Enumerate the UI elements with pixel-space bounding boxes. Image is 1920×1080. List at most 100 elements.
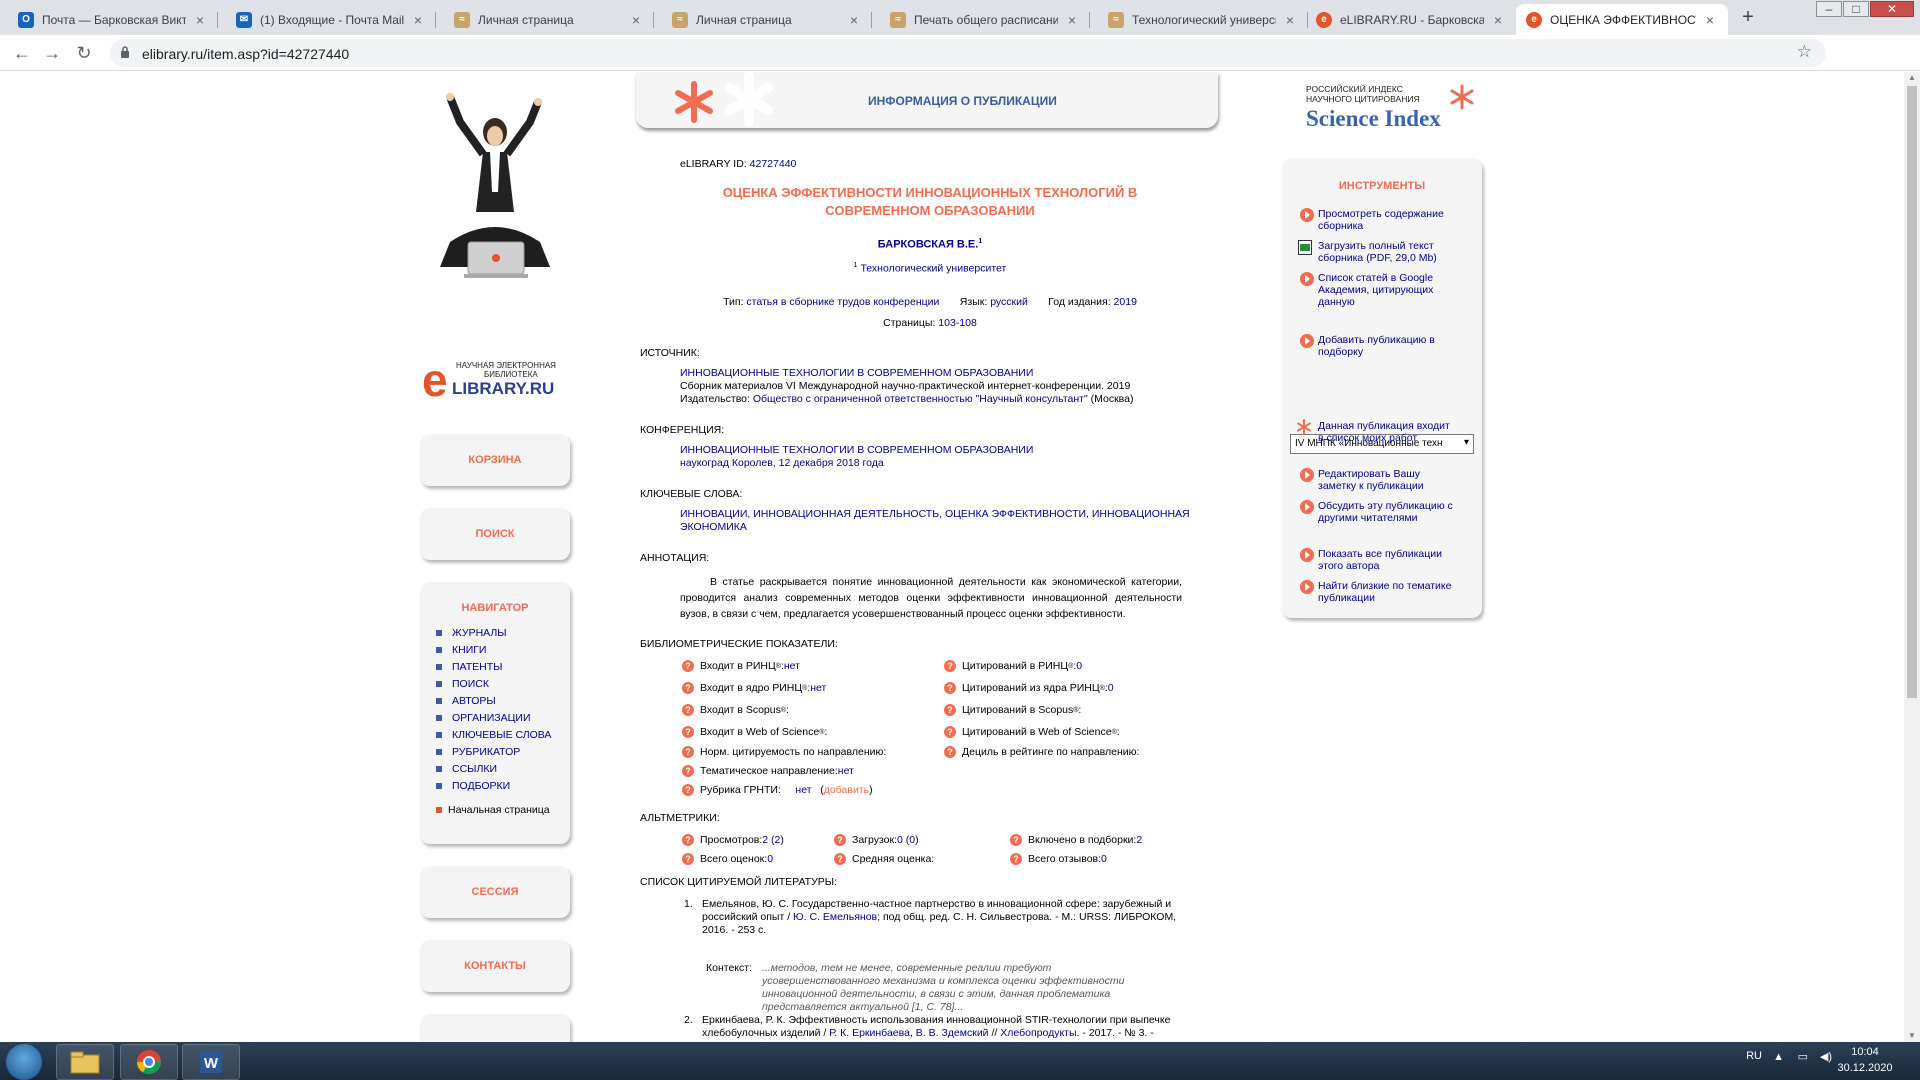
reference-item: 2. Еркинбаева, Р. К. Эффективность испол…	[684, 1014, 1171, 1039]
nav-item-books[interactable]: КНИГИ	[436, 641, 570, 658]
contacts-button[interactable]: КОНТАКТЫ	[420, 940, 570, 992]
search-button[interactable]: ПОИСК	[420, 508, 570, 560]
reference-author-link[interactable]: Ю. С. Емельянов	[793, 911, 877, 923]
help-icon[interactable]: ?	[682, 746, 694, 758]
tray-chevron-icon[interactable]: ▲	[1773, 1051, 1784, 1063]
browser-tab[interactable]: e eLIBRARY.RU - Барковская В ×	[1306, 4, 1516, 35]
google-scholar-citations-link[interactable]: Список статей в Google Академия, цитирую…	[1300, 272, 1458, 308]
nav-item-journals[interactable]: ЖУРНАЛЫ	[436, 624, 570, 641]
clock-date[interactable]: 30.12.2020	[1834, 1062, 1896, 1074]
browser-tab[interactable]: ≈ Личная страница ×	[444, 4, 654, 35]
network-icon[interactable]: ▭	[1798, 1050, 1808, 1063]
help-icon[interactable]: ?	[682, 660, 694, 672]
tab-title: eLIBRARY.RU - Барковская В	[1340, 12, 1484, 27]
clock-time[interactable]: 10:04	[1838, 1046, 1892, 1058]
discuss-publication-link[interactable]: Обсудить эту публикацию с другими читате…	[1300, 500, 1458, 524]
publisher-link[interactable]: Общество с ограниченной ответственностью…	[753, 393, 1088, 405]
browser-tab[interactable]: ≈ Личная страница ×	[662, 4, 872, 35]
conference-block: ИННОВАЦИОННЫЕ ТЕХНОЛОГИИ В СОВРЕМЕННОМ О…	[680, 444, 1200, 470]
help-icon[interactable]: ?	[944, 682, 956, 694]
session-button[interactable]: СЕССИЯ	[420, 866, 570, 918]
help-icon[interactable]: ?	[944, 704, 956, 716]
nav-item-patents[interactable]: ПАТЕНТЫ	[436, 658, 570, 675]
help-icon[interactable]: ?	[682, 765, 694, 777]
browser-tab[interactable]: ≈ Печать общего расписания ×	[880, 4, 1090, 35]
add-to-collection-link[interactable]: Добавить публикацию в подборку	[1300, 334, 1458, 358]
help-icon[interactable]: ?	[682, 834, 694, 846]
source-title-link[interactable]: ИННОВАЦИОННЫЕ ТЕХНОЛОГИИ В СОВРЕМЕННОМ О…	[680, 367, 1200, 380]
nav-item-authors[interactable]: АВТОРЫ	[436, 692, 570, 709]
close-tab-icon[interactable]: ×	[1702, 12, 1718, 28]
scroll-up-icon[interactable]: ▲	[1908, 74, 1916, 82]
reload-icon[interactable]: ↻	[72, 41, 96, 65]
page-scrollbar[interactable]: ▲ ▼	[1904, 72, 1920, 1042]
nav-item-search[interactable]: ПОИСК	[436, 675, 570, 692]
browser-tab-active[interactable]: e ОЦЕНКА ЭФФЕКТИВНОСТИ ×	[1516, 4, 1728, 35]
help-icon[interactable]: ?	[834, 834, 846, 846]
edit-note-link[interactable]: Редактировать Вашу заметку к публикации	[1300, 468, 1458, 492]
add-grnti-link[interactable]: добавить	[824, 784, 869, 796]
publication-title: ОЦЕНКА ЭФФЕКТИВНОСТИ ИННОВАЦИОННЫХ ТЕХНО…	[722, 185, 1138, 218]
file-explorer-icon[interactable]	[56, 1044, 114, 1080]
scrollbar-thumb[interactable]	[1907, 86, 1917, 698]
nav-item-organizations[interactable]: ОРГАНИЗАЦИИ	[436, 709, 570, 726]
nav-item-collections[interactable]: ПОДБОРКИ	[436, 777, 570, 794]
close-tab-icon[interactable]: ×	[846, 12, 862, 28]
affiliation-link[interactable]: 1 Технологический университет	[660, 262, 1200, 275]
my-works-info[interactable]: Данная публикация входит в список моих р…	[1297, 419, 1458, 444]
help-icon[interactable]: ?	[944, 660, 956, 672]
help-icon[interactable]: ?	[682, 682, 694, 694]
close-tab-icon[interactable]: ×	[628, 12, 644, 28]
conference-link[interactable]: ИННОВАЦИОННЫЕ ТЕХНОЛОГИИ В СОВРЕМЕННОМ О…	[680, 444, 1200, 457]
bookmark-star-icon[interactable]: ☆	[1797, 42, 1812, 62]
close-tab-icon[interactable]: ×	[410, 12, 426, 28]
help-icon[interactable]: ?	[682, 726, 694, 738]
basket-button[interactable]: КОРЗИНА	[420, 434, 570, 486]
minimize-button[interactable]: –	[1816, 1, 1842, 17]
help-icon[interactable]: ?	[682, 784, 694, 796]
keywords-block[interactable]: ИННОВАЦИИ, ИННОВАЦИОННАЯ ДЕЯТЕЛЬНОСТЬ, О…	[680, 508, 1200, 534]
browser-tab[interactable]: ≈ Технологический универси ×	[1098, 4, 1308, 35]
new-tab-button[interactable]: +	[1736, 6, 1760, 30]
scroll-down-icon[interactable]: ▼	[1908, 1032, 1916, 1040]
nav-item-links[interactable]: ССЫЛКИ	[436, 760, 570, 777]
nav-item-rubricator[interactable]: РУБРИКАТОР	[436, 743, 570, 760]
arrow-right-circle-icon	[1300, 500, 1314, 514]
author-link[interactable]: БАРКОВСКАЯ В.Е.1	[660, 238, 1200, 251]
windows-start-icon[interactable]	[6, 1044, 42, 1080]
tools-title: ИНСТРУМЕНТЫ	[1338, 180, 1426, 192]
view-collection-contents-link[interactable]: Просмотреть содержание сборника	[1300, 208, 1458, 232]
language-indicator[interactable]: RU	[1746, 1050, 1762, 1062]
reference-author-link[interactable]: Р. К. Еркинбаева, В. В. Здемский	[829, 1027, 988, 1039]
browser-tab[interactable]: O Почта — Барковская Викто ×	[8, 4, 218, 35]
volume-icon[interactable]: ◀)	[1820, 1050, 1832, 1063]
nav-item-keywords[interactable]: КЛЮЧЕВЫЕ СЛОВА	[436, 726, 570, 743]
chrome-icon[interactable]	[120, 1044, 178, 1080]
help-icon[interactable]: ?	[682, 853, 694, 865]
home-page-link[interactable]: Начальная страница	[436, 804, 570, 816]
close-tab-icon[interactable]: ×	[192, 12, 208, 28]
similar-publications-link[interactable]: Найти близкие по тематике публикации	[1300, 580, 1458, 604]
help-icon[interactable]: ?	[944, 746, 956, 758]
word-icon[interactable]: W	[182, 1044, 240, 1080]
download-fulltext-link[interactable]: Загрузить полный текст сборника (PDF, 29…	[1298, 240, 1458, 264]
back-arrow-icon[interactable]: ←	[10, 41, 34, 65]
close-window-button[interactable]: ✕	[1870, 1, 1914, 17]
help-icon[interactable]: ?	[834, 853, 846, 865]
help-icon[interactable]: ?	[1010, 853, 1022, 865]
maximize-button[interactable]: □	[1843, 1, 1869, 17]
alt-avg-rating: ? Средняя оценка:	[834, 853, 934, 865]
lock-icon	[121, 46, 129, 58]
help-icon[interactable]: ?	[944, 726, 956, 738]
help-icon[interactable]: ?	[682, 704, 694, 716]
help-icon[interactable]: ?	[1010, 834, 1022, 846]
author-publications-link[interactable]: Показать все публикации этого автора	[1300, 548, 1458, 572]
close-tab-icon[interactable]: ×	[1064, 12, 1080, 28]
forward-arrow-icon[interactable]: →	[40, 41, 64, 65]
browser-toolbar: ← → ↻ elibrary.ru/item.asp?id=42727440 ☆…	[0, 35, 1920, 99]
reference-journal-link[interactable]: Хлебопродукты	[1000, 1027, 1076, 1039]
browser-tab[interactable]: ✉ (1) Входящие - Почта Mail.r ×	[226, 4, 436, 35]
address-bar[interactable]: elibrary.ru/item.asp?id=42727440 ☆	[110, 39, 1826, 67]
close-tab-icon[interactable]: ×	[1282, 12, 1298, 28]
close-tab-icon[interactable]: ×	[1490, 12, 1506, 28]
